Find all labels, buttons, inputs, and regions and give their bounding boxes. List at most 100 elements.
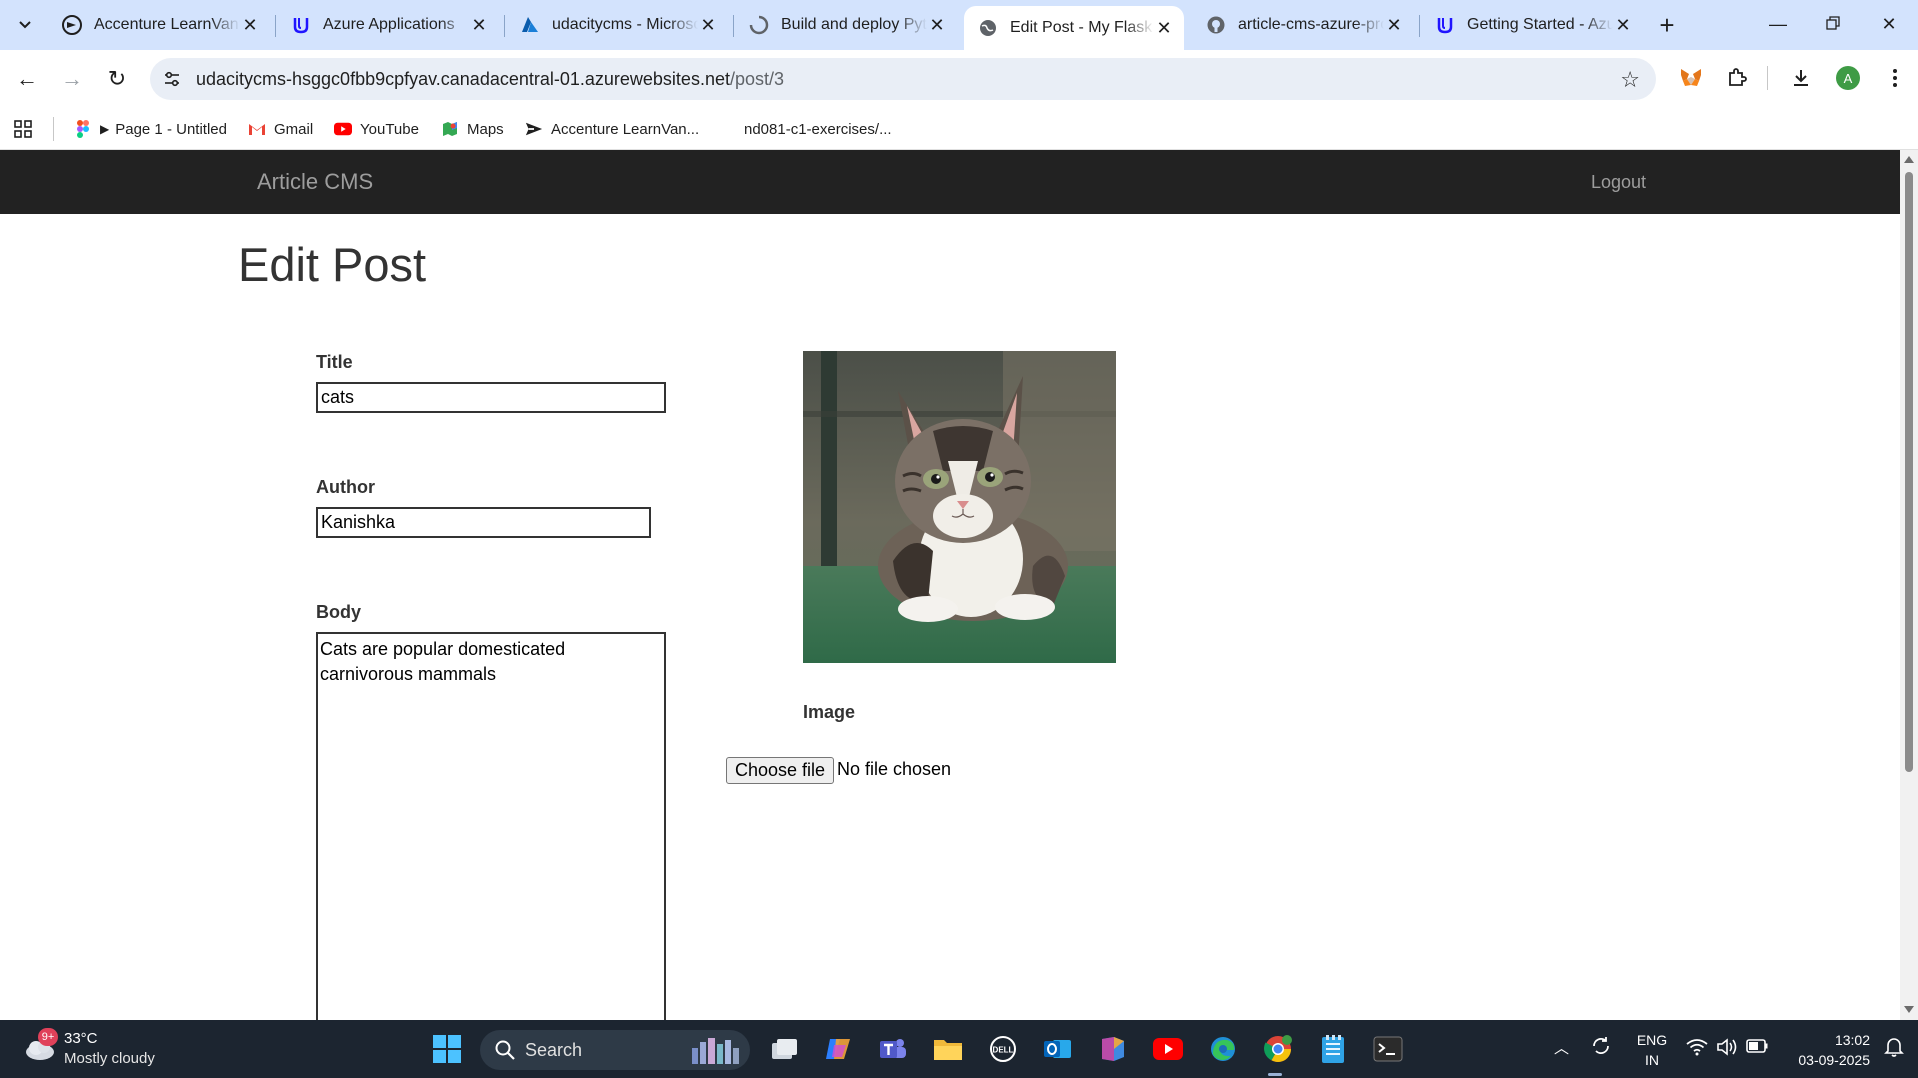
windows-logo-icon: [433, 1035, 461, 1063]
wifi-icon[interactable]: [1686, 1038, 1708, 1060]
body-textarea[interactable]: Cats are popular domesticated carnivorou…: [316, 632, 666, 1020]
bookmark-accenture[interactable]: Accenture LearnVan...: [525, 118, 699, 140]
close-icon[interactable]: ✕: [469, 15, 489, 35]
tab-edit-post[interactable]: Edit Post - My Flask App ✕: [964, 6, 1184, 50]
bookmark-youtube[interactable]: YouTube: [334, 118, 419, 140]
github-icon: [718, 120, 736, 138]
page-scrollbar[interactable]: [1900, 150, 1918, 1020]
image-label: Image: [803, 702, 856, 722]
windows-taskbar: 9+ 33°C Mostly cloudy Search DELL ︿ ENG …: [0, 1020, 1918, 1078]
close-window-button[interactable]: ✕: [1866, 8, 1912, 40]
new-tab-button[interactable]: +: [1652, 10, 1682, 40]
tab-getting-started-azure[interactable]: Getting Started - Azure ✕: [1421, 6, 1643, 44]
accenture-icon: [62, 15, 82, 35]
scrollbar-thumb[interactable]: [1905, 172, 1913, 772]
search-icon: [495, 1040, 515, 1060]
copilot-icon[interactable]: [822, 1033, 854, 1065]
terminal-icon[interactable]: [1372, 1033, 1404, 1065]
chrome-icon[interactable]: [1262, 1033, 1294, 1065]
dell-icon[interactable]: DELL: [987, 1033, 1019, 1065]
file-explorer-icon[interactable]: [932, 1033, 964, 1065]
close-icon[interactable]: ✕: [1613, 15, 1633, 35]
metamask-extension-icon[interactable]: [1676, 63, 1706, 93]
brand-link[interactable]: Article CMS: [257, 169, 373, 195]
tab-separator: [504, 15, 505, 37]
post-image-cat: [803, 351, 1116, 663]
bookmark-page-1-untitled[interactable]: ▶ Page 1 - Untitled: [74, 118, 227, 140]
close-icon[interactable]: ✕: [1154, 18, 1174, 38]
author-input[interactable]: [316, 507, 651, 538]
downloads-icon[interactable]: [1786, 63, 1816, 93]
url-host: udacitycms-hsggc0fbb9cpfyav.canadacentra…: [196, 69, 730, 89]
outlook-icon[interactable]: [1042, 1033, 1074, 1065]
tab-search-button[interactable]: [10, 10, 40, 40]
reload-button[interactable]: ↻: [102, 64, 132, 94]
close-icon: ✕: [1881, 13, 1897, 34]
bookmark-nd081[interactable]: nd081-c1-exercises/...: [718, 118, 892, 140]
notifications-icon[interactable]: [1884, 1036, 1904, 1062]
minimize-button[interactable]: —: [1755, 8, 1801, 40]
tab-accenture-learnvantage[interactable]: Accenture LearnVantage ✕: [48, 6, 270, 44]
notepad-icon[interactable]: [1317, 1033, 1349, 1065]
bookmark-label: Gmail: [274, 120, 314, 138]
site-info-icon[interactable]: [162, 69, 182, 89]
back-button[interactable]: ←: [12, 64, 42, 94]
forward-button[interactable]: →: [57, 64, 87, 94]
bookmark-star-icon[interactable]: ☆: [1620, 67, 1640, 93]
youtube-icon: [334, 120, 352, 138]
chevron-up-icon: ︿: [1554, 1040, 1570, 1057]
accenture-icon: [525, 120, 543, 138]
chevron-down-icon: [18, 17, 32, 34]
logout-link[interactable]: Logout: [1591, 172, 1646, 193]
extensions-puzzle-icon[interactable]: [1722, 63, 1752, 93]
globe-icon: [978, 18, 998, 38]
weather-condition-text: Mostly cloudy: [64, 1050, 155, 1067]
clock-time: 13:02: [1834, 1032, 1870, 1048]
start-button[interactable]: [431, 1033, 463, 1065]
volume-icon[interactable]: [1716, 1038, 1738, 1060]
apps-button[interactable]: [14, 118, 40, 140]
file-status-text: No file chosen: [837, 759, 952, 779]
language-indicator[interactable]: ENG IN: [1636, 1030, 1668, 1070]
choose-file-button[interactable]: Choose file: [726, 757, 835, 784]
github-icon: [1206, 15, 1226, 35]
tab-separator: [733, 15, 734, 37]
clock-date: 03-09-2025: [1798, 1052, 1870, 1068]
bookmark-maps[interactable]: Maps: [441, 118, 504, 140]
bookmark-gmail[interactable]: Gmail: [248, 118, 313, 140]
taskbar-search[interactable]: Search: [480, 1030, 750, 1070]
close-icon[interactable]: ✕: [698, 15, 718, 35]
show-hidden-icons-button[interactable]: ︿: [1554, 1037, 1569, 1058]
tab-udacitycms-azure[interactable]: udacitycms - Microsoft Azure ✕: [506, 6, 728, 44]
address-bar[interactable]: udacitycms-hsggc0fbb9cpfyav.canadacentra…: [150, 58, 1656, 100]
bookmark-label: Page 1 - Untitled: [115, 120, 227, 138]
browser-tabstrip: Accenture LearnVantage ✕ Azure Applicati…: [0, 0, 1918, 50]
page-viewport: Article CMS Logout Edit Post Title Autho…: [0, 150, 1900, 1020]
task-view-icon[interactable]: [768, 1033, 800, 1065]
close-icon[interactable]: ✕: [927, 15, 947, 35]
close-icon[interactable]: ✕: [240, 15, 260, 35]
arrow-left-icon: ←: [16, 66, 38, 91]
scroll-up-arrow-icon[interactable]: [1904, 156, 1914, 163]
browser-menu-icon[interactable]: [1880, 63, 1910, 93]
scroll-down-arrow-icon[interactable]: [1904, 1006, 1914, 1013]
close-icon[interactable]: ✕: [1384, 15, 1404, 35]
title-label: Title: [316, 352, 353, 372]
teams-icon[interactable]: [877, 1033, 909, 1065]
bookmark-label: YouTube: [360, 120, 419, 138]
tab-build-deploy-python[interactable]: Build and deploy Python ✕: [735, 6, 957, 44]
system-clock[interactable]: 13:02 03-09-2025: [1780, 1030, 1870, 1070]
microsoft-365-icon[interactable]: [1097, 1033, 1129, 1065]
youtube-app-icon[interactable]: [1152, 1033, 1184, 1065]
edge-icon[interactable]: [1207, 1033, 1239, 1065]
sync-icon[interactable]: [1590, 1035, 1612, 1061]
battery-icon[interactable]: [1746, 1039, 1768, 1057]
profile-avatar[interactable]: A: [1836, 66, 1860, 90]
udacity-icon: [1435, 15, 1455, 35]
tab-github-article-cms[interactable]: article-cms-azure-project ✕: [1192, 6, 1414, 44]
restore-button[interactable]: [1810, 8, 1856, 40]
tab-title: Build and deploy Python: [781, 16, 927, 33]
tab-azure-applications[interactable]: Azure Applications ✕: [277, 6, 499, 44]
title-input[interactable]: [316, 382, 666, 413]
loading-icon: [749, 15, 769, 35]
